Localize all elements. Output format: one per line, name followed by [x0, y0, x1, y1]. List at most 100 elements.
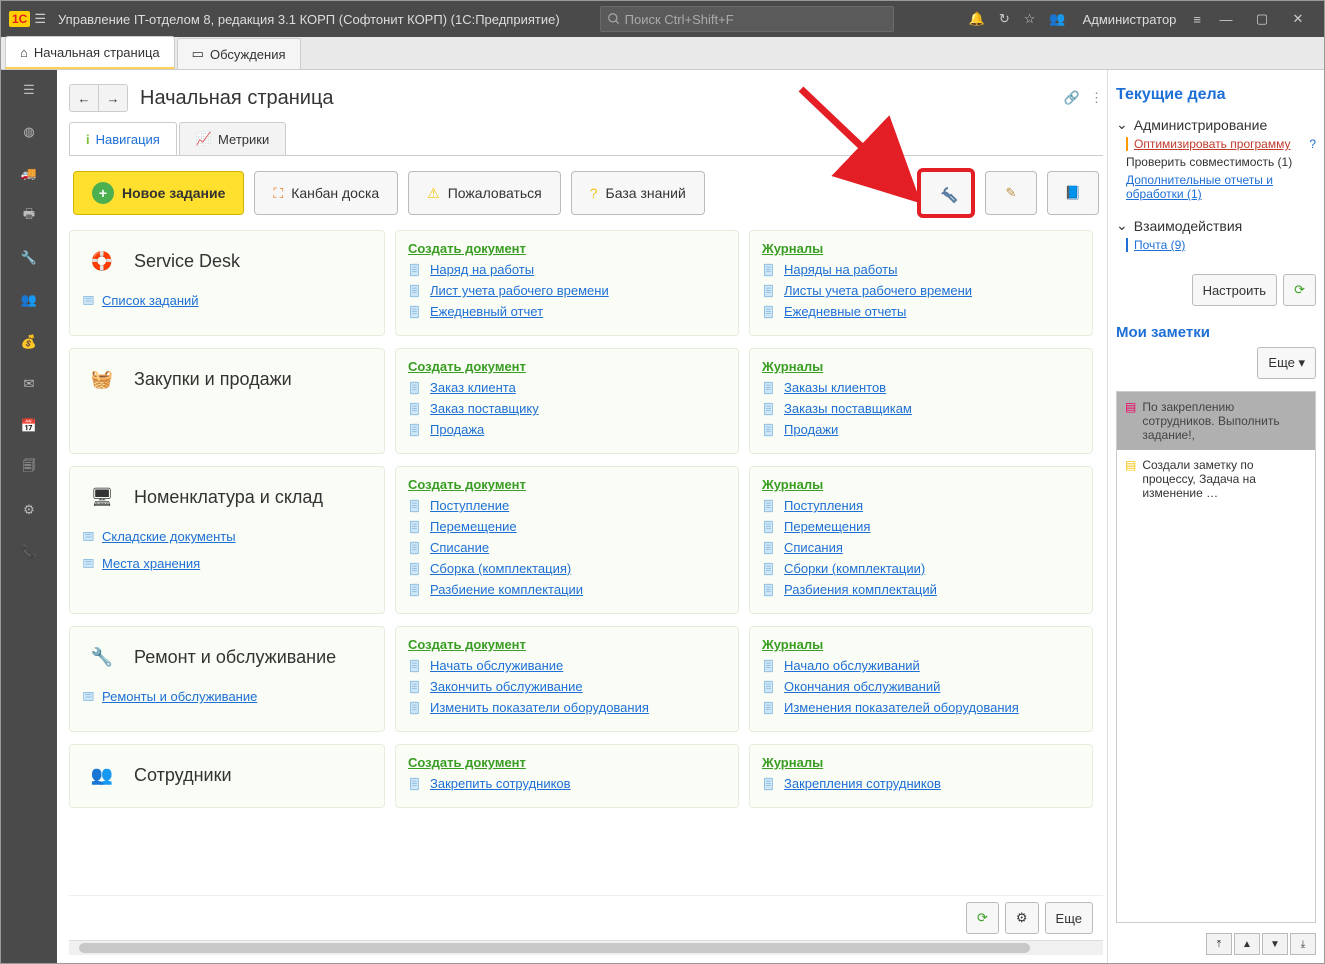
users-icon[interactable]: 👥 [1049, 11, 1065, 27]
hamburger-icon[interactable]: ☰ [34, 11, 46, 27]
section-sublink[interactable]: Список заданий [102, 293, 199, 308]
create-link[interactable]: Закрепить сотрудников [430, 776, 571, 791]
journal-header[interactable]: Журналы [762, 359, 1080, 374]
sidebar-lifebuoy-icon[interactable]: ◍ [15, 118, 43, 146]
journal-link[interactable]: Начало обслуживаний [784, 658, 920, 673]
configure-button[interactable]: Настроить [1192, 274, 1278, 306]
more-button[interactable]: Еще [1045, 902, 1093, 934]
note-last-button[interactable]: ⤓ [1290, 933, 1316, 955]
tab-discussions[interactable]: ▭ Обсуждения [177, 38, 301, 69]
sidebar-print-icon[interactable]: 🖶 [15, 202, 43, 230]
journal-link[interactable]: Наряды на работы [784, 262, 897, 277]
admin-item-reports[interactable]: Дополнительные отчеты и обработки (1) [1126, 173, 1316, 201]
create-header[interactable]: Создать документ [408, 359, 726, 374]
item-link[interactable]: Почта (9) [1134, 238, 1185, 252]
journal-header[interactable]: Журналы [762, 241, 1080, 256]
create-link[interactable]: Ежедневный отчет [430, 304, 543, 319]
section-sublink[interactable]: Складские документы [102, 529, 236, 544]
search-input[interactable]: Поиск Ctrl+Shift+F [600, 6, 894, 32]
sidebar-copy-icon[interactable]: 🗐 [15, 454, 43, 482]
create-header[interactable]: Создать документ [408, 755, 726, 770]
sidebar-gear-icon[interactable]: ⚙ [15, 496, 43, 524]
sidebar-wrench-icon[interactable]: 🔧 [15, 244, 43, 272]
settings-icon[interactable]: ≡ [1193, 12, 1201, 27]
create-link[interactable]: Заказ поставщику [430, 401, 539, 416]
user-name[interactable]: Администратор [1083, 12, 1177, 27]
sidebar-truck-icon[interactable]: 🚚 [15, 160, 43, 188]
inner-tab-navigation[interactable]: i Навигация [69, 122, 177, 155]
gear-button[interactable]: ⚙ [1005, 902, 1039, 934]
complain-button[interactable]: ⚠ Пожаловаться [408, 171, 561, 215]
refresh-right-button[interactable]: ⟳ [1283, 274, 1316, 306]
create-link[interactable]: Поступление [430, 498, 509, 513]
journal-link[interactable]: Заказы поставщикам [784, 401, 912, 416]
wrench-tool-button[interactable] [917, 168, 975, 218]
sidebar-calendar-icon[interactable]: 📅 [15, 412, 43, 440]
journal-link[interactable]: Закрепления сотрудников [784, 776, 941, 791]
journal-link[interactable]: Ежедневные отчеты [784, 304, 906, 319]
note-first-button[interactable]: ⤒ [1206, 933, 1232, 955]
create-link[interactable]: Сборка (комплектация) [430, 561, 571, 576]
create-link[interactable]: Начать обслуживание [430, 658, 563, 673]
sidebar-menu-icon[interactable]: ☰ [15, 76, 43, 104]
help-icon[interactable]: ? [1309, 137, 1316, 151]
section-sublink[interactable]: Места хранения [102, 556, 200, 571]
pen-tool-button[interactable]: ✎ [985, 171, 1037, 215]
create-header[interactable]: Создать документ [408, 477, 726, 492]
note-item[interactable]: ▤ Создали заметку по процессу, Задача на… [1117, 450, 1315, 508]
star-icon[interactable]: ☆ [1024, 11, 1036, 27]
journal-header[interactable]: Журналы [762, 637, 1080, 652]
create-header[interactable]: Создать документ [408, 637, 726, 652]
close-button[interactable]: ✕ [1280, 1, 1316, 37]
new-task-button[interactable]: + Новое задание [73, 171, 244, 215]
journal-header[interactable]: Журналы [762, 755, 1080, 770]
item-link[interactable]: Оптимизировать программу [1134, 137, 1290, 151]
create-link[interactable]: Закончить обслуживание [430, 679, 583, 694]
journal-link[interactable]: Окончания обслуживаний [784, 679, 940, 694]
refresh-button[interactable]: ⟳ [966, 902, 999, 934]
link-icon[interactable]: 🔗 [1064, 90, 1080, 106]
maximize-button[interactable]: ▢ [1244, 1, 1280, 37]
journal-link[interactable]: Листы учета рабочего времени [784, 283, 972, 298]
journal-header[interactable]: Журналы [762, 477, 1080, 492]
create-link[interactable]: Перемещение [430, 519, 517, 534]
sidebar-mail-icon[interactable]: ✉ [15, 370, 43, 398]
sidebar-money-icon[interactable]: 💰 [15, 328, 43, 356]
group-admin[interactable]: ⌄Администрирование [1116, 116, 1316, 133]
create-link[interactable]: Лист учета рабочего времени [430, 283, 609, 298]
kanban-button[interactable]: ⛶ Канбан доска [254, 171, 398, 215]
note-item[interactable]: ▤ По закреплению сотрудников. Выполнить … [1117, 392, 1315, 450]
history-icon[interactable]: ↻ [999, 11, 1010, 27]
sidebar-people-icon[interactable]: 👥 [15, 286, 43, 314]
journal-link[interactable]: Перемещения [784, 519, 870, 534]
group-interactions[interactable]: ⌄Взаимодействия [1116, 217, 1316, 234]
horizontal-scrollbar[interactable] [69, 940, 1103, 955]
create-link[interactable]: Изменить показатели оборудования [430, 700, 649, 715]
create-link[interactable]: Списание [430, 540, 489, 555]
create-link[interactable]: Продажа [430, 422, 484, 437]
minimize-button[interactable]: — [1208, 1, 1244, 37]
inner-tab-metrics[interactable]: 📈 Метрики [179, 122, 286, 155]
journal-link[interactable]: Разбиения комплектаций [784, 582, 937, 597]
sidebar-phone-icon[interactable]: 📞 [15, 538, 43, 566]
knowledge-base-button[interactable]: ? База знаний [571, 171, 705, 215]
note-up-button[interactable]: ▲ [1234, 933, 1260, 955]
journal-link[interactable]: Продажи [784, 422, 838, 437]
nav-back-button[interactable]: ← [70, 85, 98, 111]
create-link[interactable]: Наряд на работы [430, 262, 534, 277]
create-header[interactable]: Создать документ [408, 241, 726, 256]
create-link[interactable]: Разбиение комплектации [430, 582, 583, 597]
bell-icon[interactable]: 🔔 [969, 11, 985, 27]
journal-link[interactable]: Поступления [784, 498, 863, 513]
item-link[interactable]: Дополнительные отчеты и обработки (1) [1126, 173, 1273, 201]
journal-link[interactable]: Сборки (комплектации) [784, 561, 925, 576]
journal-link[interactable]: Заказы клиентов [784, 380, 886, 395]
kebab-icon[interactable]: ⋮ [1090, 90, 1103, 106]
journal-link[interactable]: Изменения показателей оборудования [784, 700, 1019, 715]
create-link[interactable]: Заказ клиента [430, 380, 516, 395]
tab-start-page[interactable]: ⌂ Начальная страница [5, 36, 175, 69]
note-down-button[interactable]: ▼ [1262, 933, 1288, 955]
inter-item-mail[interactable]: Почта (9) [1126, 238, 1316, 252]
section-sublink[interactable]: Ремонты и обслуживание [102, 689, 257, 704]
admin-item-optimize[interactable]: Оптимизировать программу? [1126, 137, 1316, 151]
